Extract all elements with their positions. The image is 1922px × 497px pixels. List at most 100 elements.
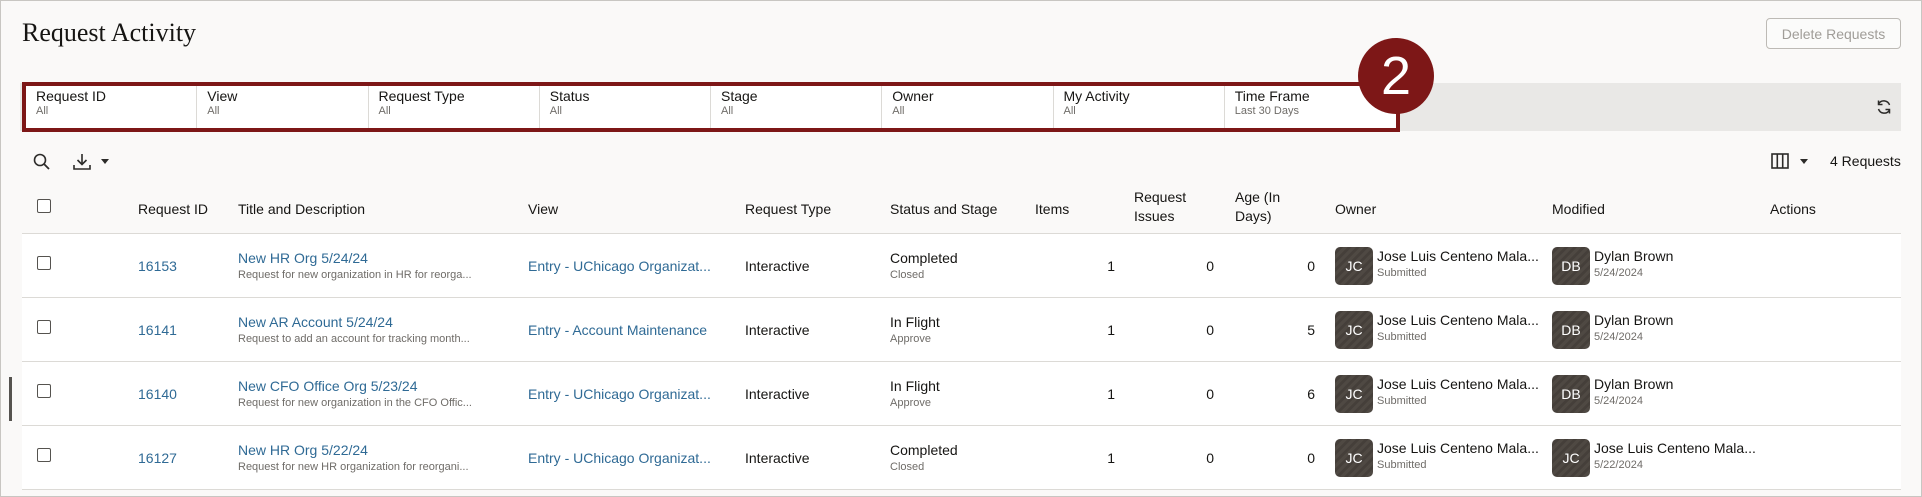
owner-name: Jose Luis Centeno Mala...: [1377, 376, 1539, 392]
modified-date: 5/24/2024: [1594, 331, 1643, 343]
filter-value: All: [378, 105, 391, 117]
modified-date: 5/22/2024: [1594, 459, 1643, 471]
items-count: 1: [1107, 322, 1115, 338]
step-callout-badge: 2: [1358, 38, 1434, 114]
modifier-name: Dylan Brown: [1594, 248, 1674, 264]
column-header-request-id[interactable]: Request ID: [138, 200, 208, 219]
filter-stage[interactable]: Stage All: [711, 86, 883, 128]
issues-count: 0: [1206, 450, 1214, 466]
column-header-actions: Actions: [1770, 201, 1816, 217]
status: Completed: [890, 442, 958, 458]
chevron-down-icon[interactable]: [1797, 153, 1811, 169]
age-days: 6: [1307, 386, 1315, 402]
filter-group: Request ID All View All Request Type All…: [22, 82, 1400, 132]
header-line: Request: [1134, 189, 1187, 205]
issues-count: 0: [1206, 322, 1214, 338]
filter-label: View: [207, 88, 238, 104]
request-id-link[interactable]: 16127: [138, 450, 177, 466]
column-header-status[interactable]: Status and Stage: [890, 200, 997, 219]
columns-icon[interactable]: [1770, 152, 1790, 170]
filter-label: Request ID: [36, 88, 107, 104]
page-title: Request Activity: [22, 18, 197, 47]
filter-label: My Activity: [1063, 88, 1130, 104]
stage: Closed: [890, 461, 925, 473]
delete-requests-button[interactable]: Delete Requests: [1766, 18, 1901, 49]
column-header-age[interactable]: Age (In Days): [1235, 188, 1280, 226]
request-id-link[interactable]: 16153: [138, 258, 177, 274]
row-checkbox[interactable]: [37, 320, 51, 334]
view-link[interactable]: Entry - UChicago Organizat...: [528, 386, 728, 402]
refresh-icon[interactable]: [1875, 98, 1893, 116]
filter-value: All: [721, 105, 734, 117]
select-all-checkbox[interactable]: [37, 199, 51, 213]
filter-value: All: [207, 105, 220, 117]
request-description: Request for new organization in the CFO …: [238, 397, 472, 409]
column-header-view[interactable]: View: [528, 200, 558, 219]
filter-label: Stage: [721, 88, 758, 104]
table-row[interactable]: 16127 New HR Org 5/22/24 Request for new…: [22, 426, 1901, 490]
filter-owner[interactable]: Owner All: [882, 86, 1054, 128]
modifier-avatar: DB: [1552, 247, 1590, 285]
modifier-avatar: JC: [1552, 439, 1590, 477]
column-header-modified[interactable]: Modified: [1552, 200, 1605, 219]
column-header-request-type[interactable]: Request Type: [745, 200, 831, 219]
owner-avatar: JC: [1335, 247, 1373, 285]
age-days: 5: [1307, 322, 1315, 338]
view-link[interactable]: Entry - Account Maintenance: [528, 322, 728, 338]
age-days: 0: [1307, 450, 1315, 466]
filter-status[interactable]: Status All: [540, 86, 711, 128]
request-type: Interactive: [745, 386, 810, 402]
filter-label: Request Type: [378, 88, 465, 104]
modifier-name: Jose Luis Centeno Mala...: [1594, 440, 1756, 456]
request-type: Interactive: [745, 450, 810, 466]
row-checkbox[interactable]: [37, 448, 51, 462]
row-checkbox[interactable]: [37, 256, 51, 270]
stage: Closed: [890, 269, 925, 281]
issues-count: 0: [1206, 386, 1214, 402]
filter-request-type[interactable]: Request Type All: [369, 86, 540, 128]
items-count: 1: [1107, 450, 1115, 466]
view-link[interactable]: Entry - UChicago Organizat...: [528, 450, 728, 466]
table-row[interactable]: 16153 New HR Org 5/24/24 Request for new…: [22, 234, 1901, 298]
filter-view[interactable]: View All: [197, 86, 369, 128]
modifier-avatar: DB: [1552, 311, 1590, 349]
owner-avatar: JC: [1335, 375, 1373, 413]
request-id-link[interactable]: 16141: [138, 322, 177, 338]
download-icon[interactable]: [71, 152, 93, 172]
row-checkbox[interactable]: [37, 384, 51, 398]
header-line: Age (In: [1235, 189, 1281, 205]
column-header-request-issues[interactable]: Request Issues: [1134, 188, 1186, 226]
owner-name: Jose Luis Centeno Mala...: [1377, 440, 1539, 456]
issues-count: 0: [1206, 258, 1214, 274]
filter-label: Owner: [892, 88, 934, 104]
request-title-link[interactable]: New AR Account 5/24/24: [238, 314, 508, 330]
filter-my-activity[interactable]: My Activity All: [1054, 86, 1225, 128]
modifier-name: Dylan Brown: [1594, 376, 1674, 392]
request-title-link[interactable]: New CFO Office Org 5/23/24: [238, 378, 508, 394]
search-icon[interactable]: [32, 152, 52, 172]
header-line: Issues: [1134, 208, 1175, 224]
owner-name: Jose Luis Centeno Mala...: [1377, 312, 1539, 328]
request-type: Interactive: [745, 322, 810, 338]
header-line: Days): [1235, 208, 1272, 224]
view-link[interactable]: Entry - UChicago Organizat...: [528, 258, 728, 274]
stage: Approve: [890, 397, 931, 409]
filter-value: All: [892, 105, 905, 117]
filter-request-id[interactable]: Request ID All: [26, 86, 198, 128]
column-header-items[interactable]: Items: [1035, 200, 1069, 219]
table-header: Request ID Title and Description View Re…: [22, 186, 1901, 234]
owner-name: Jose Luis Centeno Mala...: [1377, 248, 1539, 264]
filter-label: Status: [549, 88, 590, 104]
table-row[interactable]: 16140 New CFO Office Org 5/23/24 Request…: [22, 362, 1901, 426]
filter-value: All: [1063, 105, 1076, 117]
chevron-down-icon[interactable]: [98, 153, 112, 169]
request-count: 4 Requests: [1830, 153, 1901, 169]
table-row[interactable]: 16141 New AR Account 5/24/24 Request to …: [22, 298, 1901, 362]
request-id-link[interactable]: 16140: [138, 386, 177, 402]
request-title-link[interactable]: New HR Org 5/22/24: [238, 442, 508, 458]
request-title-link[interactable]: New HR Org 5/24/24: [238, 250, 508, 266]
column-header-owner[interactable]: Owner: [1335, 200, 1376, 219]
filter-value: All: [36, 105, 49, 117]
age-days: 0: [1307, 258, 1315, 274]
column-header-title[interactable]: Title and Description: [238, 200, 365, 219]
